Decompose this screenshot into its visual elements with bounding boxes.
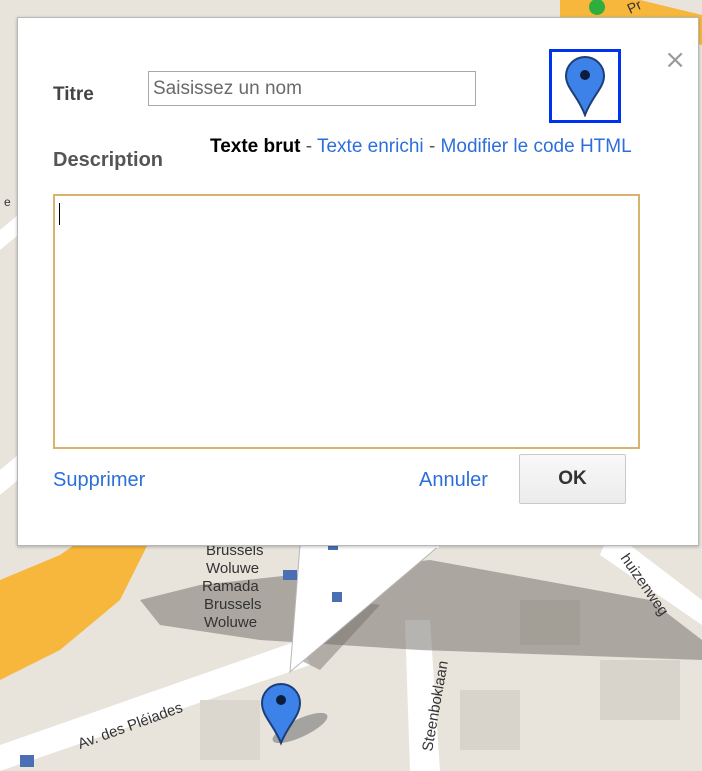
blue-pin-icon bbox=[564, 56, 606, 117]
edit-placemark-dialog: × Titre Description Texte brut - Texte e… bbox=[17, 17, 699, 546]
description-textarea[interactable] bbox=[53, 194, 640, 449]
mode-rich-text-link[interactable]: Texte enrichi bbox=[317, 136, 424, 157]
marker-style-button[interactable] bbox=[549, 49, 621, 123]
title-input[interactable] bbox=[148, 71, 476, 106]
mode-html-link[interactable]: Modifier le code HTML bbox=[441, 136, 632, 157]
map-label-woluwe: Woluwe bbox=[204, 614, 257, 631]
cancel-link[interactable]: Annuler bbox=[419, 469, 488, 492]
close-icon[interactable]: × bbox=[664, 47, 686, 73]
mode-separator: - bbox=[305, 136, 313, 157]
editor-mode-links: Texte brut - Texte enrichi - Modifier le… bbox=[210, 132, 640, 161]
hotel-icon bbox=[283, 570, 297, 580]
mode-separator: - bbox=[428, 136, 436, 157]
map-label-edge-left: e bbox=[4, 195, 11, 209]
map-label-brussels: Brussels bbox=[204, 596, 262, 613]
map-label-woluwe-top: Woluwe bbox=[206, 560, 259, 577]
ok-button[interactable]: OK bbox=[519, 454, 626, 504]
title-label: Titre bbox=[53, 84, 94, 105]
delete-link[interactable]: Supprimer bbox=[53, 469, 145, 492]
text-cursor bbox=[59, 203, 60, 225]
description-label: Description bbox=[53, 149, 164, 171]
map-label-ramada: Ramada bbox=[202, 578, 259, 595]
mode-plain-text: Texte brut bbox=[210, 136, 301, 157]
